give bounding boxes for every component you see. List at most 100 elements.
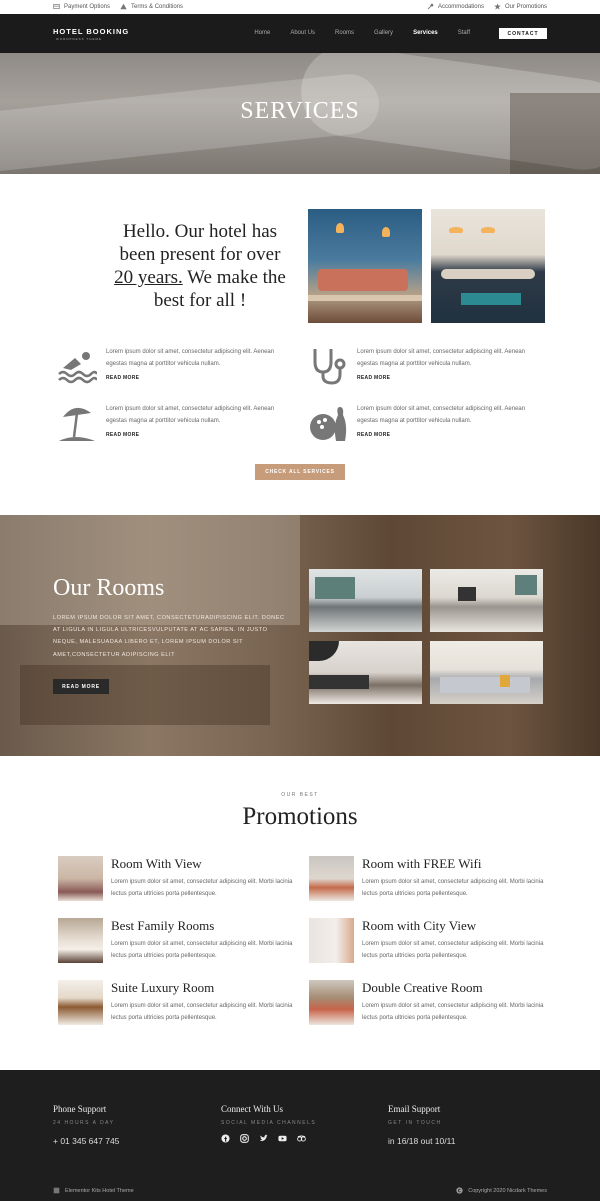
promotion-title: Double Creative Room	[362, 980, 483, 995]
read-more-link[interactable]: READ MORE	[357, 432, 390, 438]
table-shape	[441, 269, 535, 279]
contact-button[interactable]: CONTACT	[499, 28, 547, 39]
promotions-title: Promotions	[242, 803, 358, 830]
service-text: Lorem ipsum dolor sit amet, consectetur …	[357, 406, 526, 424]
service-text: Lorem ipsum dolor sit amet, consectetur …	[106, 349, 275, 367]
pendant-lamp-shape	[382, 227, 390, 237]
copyright-label: Copyright 2020 Nicdark Themes	[468, 1187, 547, 1194]
promotion-text: Lorem ipsum dolor sit amet, consectetur …	[362, 1003, 544, 1021]
key-icon	[427, 3, 434, 10]
main-nav: Home About Us Rooms Gallery Services Sta…	[254, 30, 470, 36]
promotion-item[interactable]: Double Creative Room Lorem ipsum dolor s…	[309, 980, 549, 1026]
service-text: Lorem ipsum dolor sit amet, consectetur …	[357, 349, 526, 367]
read-more-link[interactable]: READ MORE	[106, 375, 139, 381]
facebook-icon[interactable]	[221, 1134, 230, 1143]
email-support-sub: GET IN TOUCH	[388, 1120, 442, 1126]
tabletop-shape	[461, 293, 521, 305]
bowling-icon	[310, 407, 347, 441]
promotion-item[interactable]: Room with FREE Wifi Lorem ipsum dolor si…	[309, 856, 549, 902]
logo-text: HOTEL BOOKING	[53, 27, 130, 36]
room-photo[interactable]	[430, 569, 543, 632]
email-support-column: Email Support GET IN TOUCH in 16/18 out …	[388, 1104, 455, 1146]
tripadvisor-icon[interactable]	[297, 1134, 306, 1143]
credit-card-icon	[53, 4, 60, 9]
terms-link[interactable]: Terms & Conditions	[120, 3, 183, 10]
swimmer-icon	[58, 352, 97, 384]
grid-icon	[53, 1187, 60, 1194]
promotion-thumbnail	[58, 918, 103, 963]
promotion-title: Suite Luxury Room	[111, 980, 215, 995]
star-icon	[494, 3, 501, 10]
pillow-shape	[458, 587, 476, 601]
promotion-title: Room with FREE Wifi	[362, 856, 482, 871]
room-photo[interactable]	[309, 569, 422, 632]
logo-tagline: WORDPRESS THEME	[56, 37, 102, 41]
rooms-read-more-button[interactable]: READ MORE	[53, 679, 109, 694]
promotions-link[interactable]: Our Promotions	[494, 3, 547, 10]
hero-banner: SERVICES	[0, 53, 600, 174]
beach-umbrella-icon	[59, 407, 95, 441]
read-more-link[interactable]: READ MORE	[106, 432, 139, 438]
copyright: Copyright 2020 Nicdark Themes	[456, 1187, 547, 1194]
promotion-item[interactable]: Room With View Lorem ipsum dolor sit ame…	[58, 856, 298, 902]
intro-line-3: We make the	[182, 267, 286, 288]
promotion-title: Best Family Rooms	[111, 918, 215, 933]
pillow-shape	[309, 675, 369, 689]
promotion-thumbnail	[309, 856, 354, 901]
phone-support-heading: Phone Support	[53, 1104, 107, 1114]
site-logo[interactable]: HOTEL BOOKING WORDPRESS THEME	[53, 27, 129, 41]
connect-column: Connect With Us SOCIAL MEDIA CHANNELS	[221, 1104, 316, 1143]
nav-services[interactable]: Services	[413, 30, 438, 36]
instagram-icon[interactable]	[240, 1134, 249, 1143]
cushion-shape	[500, 675, 510, 687]
copyright-icon	[456, 1187, 463, 1194]
promotion-item[interactable]: Room with City View Lorem ipsum dolor si…	[309, 918, 549, 964]
email-support-heading: Email Support	[388, 1104, 441, 1114]
intro-line-2: been present for over	[119, 244, 281, 265]
connect-sub: SOCIAL MEDIA CHANNELS	[221, 1120, 317, 1126]
stethoscope-icon	[313, 349, 346, 385]
payment-options-label: Payment Options	[64, 3, 111, 10]
nav-about-us[interactable]: About Us	[290, 30, 315, 36]
intro-underlined: 20 years.	[114, 267, 183, 288]
accommodations-label: Accommodations	[437, 3, 484, 10]
promotion-item[interactable]: Best Family Rooms Lorem ipsum dolor sit …	[58, 918, 298, 964]
promotions-pretitle: OUR BEST	[281, 792, 319, 798]
sofa-shape	[440, 677, 530, 693]
promotion-text: Lorem ipsum dolor sit amet, consectetur …	[362, 941, 544, 959]
dining-photo	[431, 209, 545, 323]
room-photo[interactable]	[430, 641, 543, 704]
pendant-lamp-shape	[336, 223, 344, 233]
promotion-text: Lorem ipsum dolor sit amet, consectetur …	[111, 941, 293, 959]
service-text: Lorem ipsum dolor sit amet, consectetur …	[106, 406, 275, 424]
accommodations-link[interactable]: Accommodations	[427, 3, 484, 10]
phone-number[interactable]: + 01 345 647 745	[53, 1136, 119, 1146]
warning-icon	[120, 3, 127, 10]
check-in-out-times: in 16/18 out 10/11	[388, 1136, 456, 1146]
youtube-icon[interactable]	[278, 1134, 287, 1143]
promotion-text: Lorem ipsum dolor sit amet, consectetur …	[111, 1003, 293, 1021]
nav-rooms[interactable]: Rooms	[335, 30, 354, 36]
window-shape	[515, 575, 537, 595]
payment-options-link[interactable]: Payment Options	[53, 3, 110, 10]
table-shape	[308, 295, 422, 301]
intro-line-1: Hello. Our hotel has	[122, 221, 278, 242]
read-more-link[interactable]: READ MORE	[357, 375, 390, 381]
terms-label: Terms & Conditions	[131, 3, 184, 10]
check-all-services-button[interactable]: CHECK ALL SERVICES	[255, 464, 345, 480]
twitter-icon[interactable]	[259, 1134, 268, 1143]
theme-credit[interactable]: Elementor Kits Hotel Theme	[53, 1187, 134, 1194]
promotion-item[interactable]: Suite Luxury Room Lorem ipsum dolor sit …	[58, 980, 298, 1026]
intro-heading: Hello. Our hotel has been present for ov…	[70, 220, 330, 312]
nav-staff[interactable]: Staff	[458, 30, 470, 36]
rooms-background-dark-shape	[20, 665, 270, 725]
nav-home[interactable]: Home	[254, 30, 270, 36]
rooms-description: LOREM IPSUM DOLOR SIT AMET, CONSECTETURA…	[53, 615, 285, 658]
room-photo[interactable]	[309, 641, 422, 704]
social-links	[221, 1134, 316, 1143]
pendant-lamp-shape	[481, 227, 495, 233]
nav-gallery[interactable]: Gallery	[374, 30, 393, 36]
theme-credit-label: Elementor Kits Hotel Theme	[65, 1187, 134, 1194]
promotion-thumbnail	[309, 918, 354, 963]
sofa-shape	[318, 269, 408, 291]
